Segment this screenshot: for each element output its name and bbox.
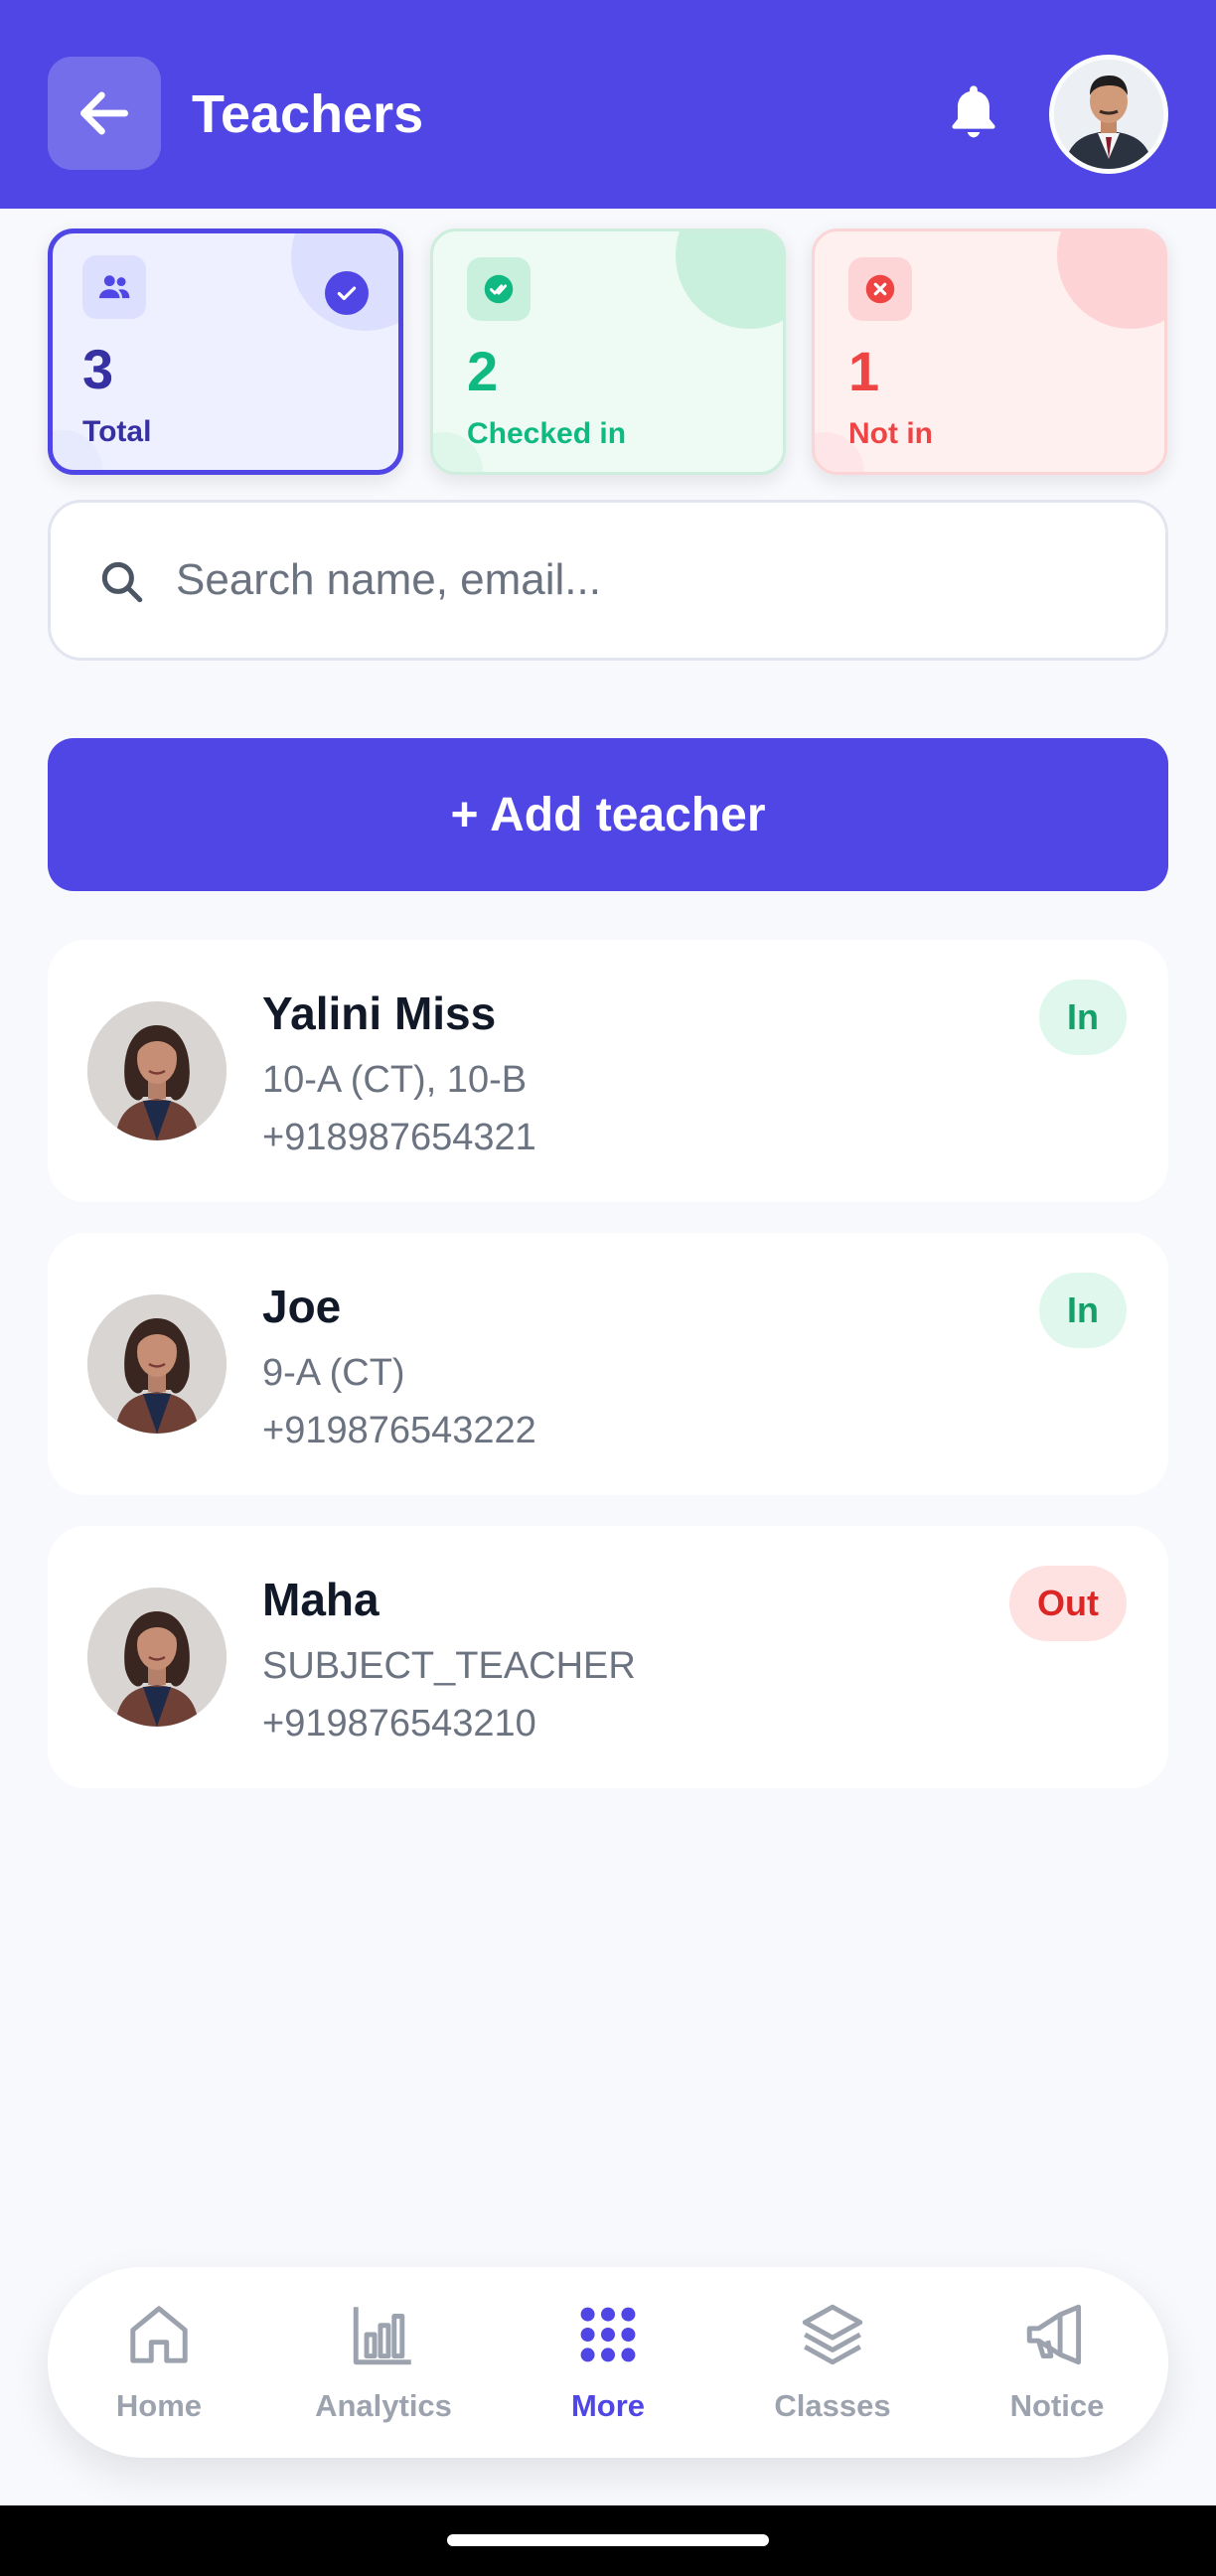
search-bar [48, 500, 1168, 661]
page-title: Teachers [192, 84, 424, 144]
grid-dots-icon [580, 2307, 636, 2362]
nav-item-notice[interactable]: Notice [958, 2297, 1156, 2436]
stat-card-not-in[interactable]: 1 Not in [812, 228, 1167, 475]
nav-label-more: More [570, 2388, 646, 2423]
teacher-phone: +918987654321 [262, 1117, 536, 1158]
nav-label-home: Home [115, 2388, 203, 2423]
teacher-classes: SUBJECT_TEACHER [262, 1645, 636, 1687]
nav-item-classes[interactable]: Classes [733, 2297, 932, 2436]
nav-label-analytics: Analytics [315, 2388, 452, 2423]
stat-total-label: Total [82, 415, 152, 448]
teacher-phone: +919876543210 [262, 1703, 536, 1744]
teacher-card[interactable]: Joe 9-A (CT) +919876543222 In [48, 1233, 1168, 1495]
search-input[interactable] [176, 542, 1110, 618]
stat-not-in-label: Not in [848, 417, 933, 450]
teacher-phone: +919876543222 [262, 1410, 536, 1451]
nav-label-classes: Classes [774, 2388, 891, 2423]
stat-not-in-value: 1 [848, 340, 880, 402]
nav-item-analytics[interactable]: Analytics [284, 2297, 483, 2436]
status-badge: In [1039, 1273, 1127, 1348]
stat-total-value: 3 [82, 338, 114, 400]
bell-icon [952, 85, 995, 138]
nav-item-more[interactable]: More [509, 2297, 707, 2436]
bar-chart-icon [353, 2307, 411, 2365]
notifications-button[interactable] [942, 77, 1005, 147]
arrow-left-icon [79, 91, 129, 135]
search-icon [101, 561, 143, 603]
home-indicator[interactable] [447, 2534, 769, 2546]
stat-card-total[interactable]: 3 Total [48, 228, 403, 475]
home-icon [130, 2306, 188, 2363]
teacher-name: Maha [262, 1574, 380, 1625]
teacher-classes: 9-A (CT) [262, 1352, 405, 1394]
teacher-name: Joe [262, 1281, 342, 1332]
add-teacher-button[interactable]: + Add teacher [48, 738, 1168, 891]
status-badge: In [1039, 980, 1127, 1055]
profile-avatar[interactable] [1049, 55, 1168, 174]
teacher-classes: 10-A (CT), 10-B [262, 1059, 528, 1101]
nav-item-home[interactable]: Home [60, 2297, 258, 2436]
bottom-nav: Home Analytics More Classes Notice [48, 2267, 1168, 2458]
teacher-avatar [87, 1001, 227, 1140]
stat-checked-in-value: 2 [467, 340, 499, 402]
stat-checked-in-label: Checked in [467, 417, 627, 450]
stat-card-checked-in[interactable]: 2 Checked in [430, 228, 786, 475]
nav-label-notice: Notice [1009, 2388, 1105, 2423]
x-circle-icon [848, 257, 912, 321]
teacher-avatar [87, 1588, 227, 1727]
layers-icon [802, 2304, 863, 2365]
double-check-icon [467, 257, 531, 321]
teacher-card[interactable]: Maha SUBJECT_TEACHER +919876543210 Out [48, 1526, 1168, 1788]
teacher-avatar [87, 1294, 227, 1434]
app-header: Teachers [0, 0, 1216, 209]
users-icon [82, 255, 146, 319]
teacher-card[interactable]: Yalini Miss 10-A (CT), 10-B +91898765432… [48, 940, 1168, 1202]
status-badge: Out [1009, 1566, 1127, 1641]
back-button[interactable] [48, 57, 161, 170]
megaphone-icon [1026, 2304, 1082, 2365]
teacher-name: Yalini Miss [262, 987, 497, 1039]
selected-check-icon [325, 271, 369, 315]
